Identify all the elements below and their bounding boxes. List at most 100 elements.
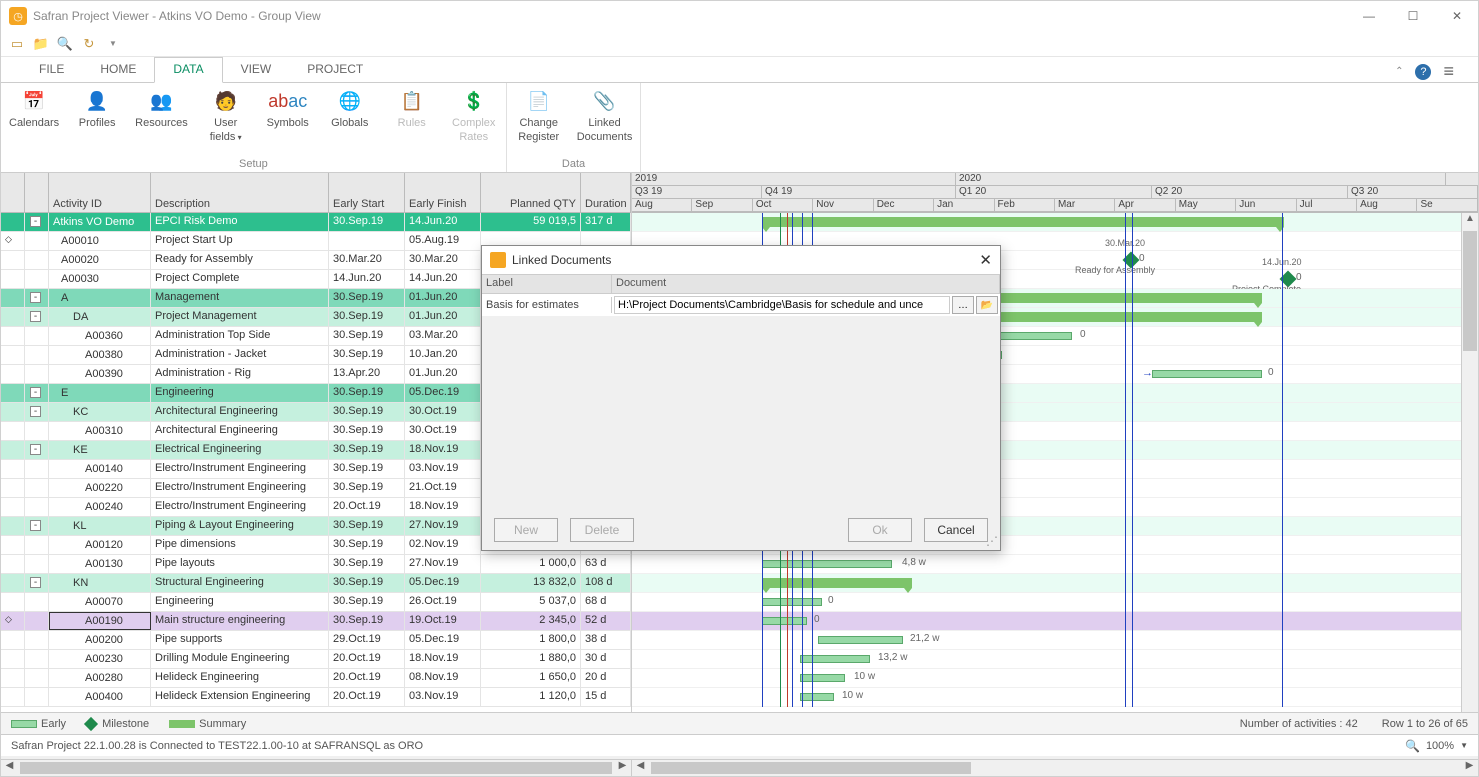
close-button[interactable]: ✕ [1444, 9, 1470, 23]
dialog-title: Linked Documents [512, 253, 611, 267]
linked-doc-ellipsis-button[interactable]: … [952, 296, 974, 314]
header-early-finish[interactable]: Early Finish [405, 173, 481, 212]
table-row[interactable]: A00400Helideck Extension Engineering20.O… [1, 688, 631, 707]
main-menu: FILE HOME DATA VIEW PROJECT ⌃ ? ≡ [1, 57, 1478, 83]
legend-milestone: Milestone [102, 718, 149, 730]
gantt-bar[interactable] [800, 693, 834, 701]
ribbon: 📅Calendars 👤Profiles 👥Resources 🧑Userfie… [1, 83, 1478, 173]
help-icon[interactable]: ? [1415, 64, 1431, 80]
expand-toggle[interactable]: - [30, 292, 41, 303]
gantt-bar[interactable] [762, 617, 807, 625]
gantt-vscrollbar[interactable]: ▲ [1461, 213, 1478, 712]
globals-button[interactable]: 🌐Globals [326, 87, 374, 129]
symbols-icon: abac [274, 87, 302, 115]
row-range: Row 1 to 26 of 65 [1382, 718, 1468, 730]
ribbon-group-data-label: Data [515, 156, 633, 170]
header-activity-id[interactable]: Activity ID [49, 173, 151, 212]
gantt-bar[interactable] [800, 655, 870, 663]
tab-data[interactable]: DATA [154, 57, 222, 83]
expand-toggle[interactable]: - [30, 387, 41, 398]
header-duration[interactable]: Duration [581, 173, 631, 212]
expand-toggle[interactable]: - [30, 444, 41, 455]
connection-status: Safran Project 22.1.00.28 is Connected t… [11, 740, 423, 752]
dialog-logo-icon [490, 252, 506, 268]
header-planned-qty[interactable]: Planned QTY [481, 173, 581, 212]
gantt-bar[interactable] [1152, 370, 1262, 378]
linked-documents-dialog: Linked Documents ✕ Label Document Basis … [481, 245, 1001, 551]
table-row[interactable]: -KNStructural Engineering30.Sep.1905.Dec… [1, 574, 631, 593]
expand-toggle[interactable]: - [30, 577, 41, 588]
linked-doc-browse-button[interactable]: 📂 [976, 296, 998, 314]
change-register-button[interactable]: 📄ChangeRegister [515, 87, 563, 143]
linked-doc-row[interactable]: Basis for estimates … 📂 [482, 294, 1000, 316]
dialog-ok-button[interactable]: Ok [848, 518, 912, 542]
zoom-dropdown-icon[interactable]: ▼ [1460, 741, 1468, 750]
rules-button: 📋Rules [388, 87, 436, 129]
userfields-icon: 🧑 [212, 87, 240, 115]
linked-doc-path-input[interactable] [614, 296, 950, 314]
symbols-button[interactable]: abacSymbols [264, 87, 312, 129]
profiles-button[interactable]: 👤Profiles [73, 87, 121, 129]
table-row[interactable]: A00130Pipe layouts30.Sep.1927.Nov.191 00… [1, 555, 631, 574]
app-logo-icon: ◷ [9, 7, 27, 25]
legend-bar: Early Milestone Summary Number of activi… [1, 712, 1478, 734]
profile-icon: 👤 [83, 87, 111, 115]
horizontal-scrollbar[interactable]: ◀ ▶ ◀ ▶ [1, 759, 1478, 776]
tab-view[interactable]: VIEW [223, 58, 290, 82]
rules-icon: 📋 [398, 87, 426, 115]
minimize-button[interactable]: — [1356, 9, 1382, 23]
tab-file[interactable]: FILE [21, 58, 82, 82]
quick-access-toolbar: ▭ 📁 🔍 ↻ ▼ [1, 31, 1478, 57]
qa-dropdown-icon[interactable]: ▼ [105, 36, 121, 52]
dialog-cancel-button[interactable]: Cancel [924, 518, 988, 542]
refresh-icon[interactable]: ↻ [81, 36, 97, 52]
maximize-button[interactable]: ☐ [1400, 9, 1426, 23]
new-file-icon[interactable]: ▭ [9, 36, 25, 52]
table-row[interactable]: ◇A00190Main structure engineering30.Sep.… [1, 612, 631, 631]
expand-toggle[interactable]: - [30, 520, 41, 531]
ribbon-group-setup-label: Setup [9, 156, 498, 170]
table-row[interactable]: A00070Engineering30.Sep.1926.Oct.195 037… [1, 593, 631, 612]
table-row[interactable]: -Atkins VO DemoEPCI Risk Demo30.Sep.1914… [1, 213, 631, 232]
zoom-icon[interactable]: 🔍 [1405, 739, 1420, 753]
hamburger-icon[interactable]: ≡ [1443, 61, 1454, 82]
status-bar: Safran Project 22.1.00.28 is Connected t… [1, 734, 1478, 756]
dialog-new-button[interactable]: New [494, 518, 558, 542]
resources-button[interactable]: 👥Resources [135, 87, 188, 129]
resources-icon: 👥 [147, 87, 175, 115]
zoom-level: 100% [1426, 740, 1454, 752]
expand-toggle[interactable]: - [30, 406, 41, 417]
linked-documents-button[interactable]: 📎LinkedDocuments [577, 87, 633, 143]
search-icon[interactable]: 🔍 [57, 36, 73, 52]
window-title: Safran Project Viewer - Atkins VO Demo -… [33, 9, 321, 23]
dialog-header-document: Document [612, 275, 1000, 293]
dialog-delete-button[interactable]: Delete [570, 518, 634, 542]
gantt-bar[interactable] [818, 636, 903, 644]
calendars-button[interactable]: 📅Calendars [9, 87, 59, 129]
gantt-bar[interactable] [762, 560, 892, 568]
table-row[interactable]: A00280Helideck Engineering20.Oct.1908.No… [1, 669, 631, 688]
dialog-header-label: Label [482, 275, 612, 293]
userfields-button[interactable]: 🧑Userfields ▾ [202, 87, 250, 143]
table-row[interactable]: A00200Pipe supports29.Oct.1905.Dec.191 8… [1, 631, 631, 650]
expand-toggle[interactable]: - [30, 216, 41, 227]
rates-icon: 💲 [460, 87, 488, 115]
expand-toggle[interactable]: - [30, 311, 41, 322]
dialog-close-button[interactable]: ✕ [979, 251, 992, 269]
activity-count: Number of activities : 42 [1240, 718, 1358, 730]
dialog-resize-grip[interactable]: ⋰ [986, 534, 998, 548]
complex-rates-button: 💲ComplexRates [450, 87, 498, 143]
tab-project[interactable]: PROJECT [289, 58, 381, 82]
linked-doc-label: Basis for estimates [482, 297, 612, 313]
tab-home[interactable]: HOME [82, 58, 154, 82]
legend-early: Early [41, 718, 66, 730]
open-folder-icon[interactable]: 📁 [33, 36, 49, 52]
change-register-icon: 📄 [525, 87, 553, 115]
table-row[interactable]: A00230Drilling Module Engineering20.Oct.… [1, 650, 631, 669]
collapse-ribbon-icon[interactable]: ⌃ [1395, 66, 1403, 77]
header-description[interactable]: Description [151, 173, 329, 212]
calendar-icon: 📅 [20, 87, 48, 115]
gantt-bar[interactable] [800, 674, 845, 682]
header-early-start[interactable]: Early Start [329, 173, 405, 212]
globe-icon: 🌐 [336, 87, 364, 115]
